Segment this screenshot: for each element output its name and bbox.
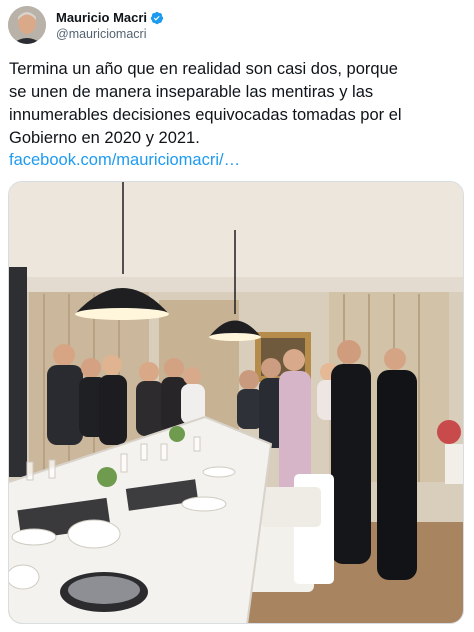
tweet-text-line: se unen de manera inseparable las mentir… [9, 83, 374, 101]
author-handle[interactable]: @mauriciomacri [56, 27, 146, 41]
tweet-photo[interactable] [8, 181, 464, 624]
verified-badge-icon [150, 11, 164, 24]
tweet-text-line: Gobierno en 2020 y 2021. [9, 129, 200, 147]
tweet-text: Termina un año que en realidad son casi … [9, 58, 465, 150]
tweet-card: Mauricio Macri @mauriciomacri Termina un… [0, 0, 474, 632]
tweet-link[interactable]: facebook.com/mauriciomacri/… [9, 150, 240, 170]
tweet-text-line: Termina un año que en realidad son casi … [9, 60, 398, 78]
tweet-text-line: innumerables decisiones equivocadas toma… [9, 106, 402, 124]
dining-room-photo [9, 182, 463, 623]
author-name-row[interactable]: Mauricio Macri [56, 9, 164, 26]
author-display-name[interactable]: Mauricio Macri [56, 10, 147, 25]
avatar[interactable] [8, 6, 46, 44]
